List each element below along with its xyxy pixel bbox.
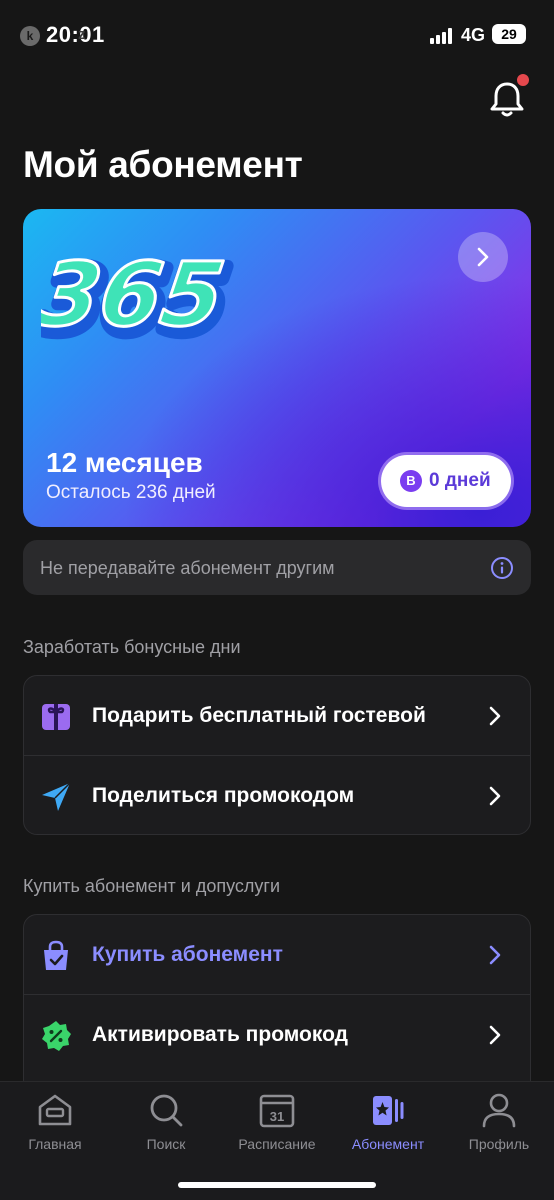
chevron-right-icon bbox=[489, 786, 501, 806]
calendar-icon: 31 bbox=[259, 1094, 295, 1128]
home-icon bbox=[38, 1094, 72, 1126]
notice-text: Не передавайте абонемент другим bbox=[40, 558, 335, 578]
list-item-label: Поделиться промокодом bbox=[92, 784, 355, 807]
page-title: Мой абонемент bbox=[23, 144, 303, 185]
gift-icon bbox=[42, 704, 70, 730]
card-open-button[interactable] bbox=[458, 232, 508, 282]
list-item-label: Активировать промокод bbox=[92, 1023, 348, 1046]
chevron-right-icon bbox=[489, 1025, 501, 1045]
status-watermark: z bbox=[78, 26, 86, 43]
chevron-right-icon bbox=[489, 945, 501, 965]
svg-text:365: 365 bbox=[41, 243, 230, 345]
promo-badge-icon bbox=[42, 1021, 71, 1051]
battery-icon: 29 bbox=[492, 24, 526, 44]
search-icon bbox=[150, 1094, 183, 1127]
membership-icon bbox=[373, 1096, 404, 1125]
tab-label: Главная bbox=[28, 1136, 82, 1152]
list-item-label: Купить абонемент bbox=[92, 943, 283, 966]
tab-label: Абонемент bbox=[351, 1136, 425, 1152]
buy-list: Купить абонемент Активировать промокод bbox=[23, 914, 531, 1094]
tab-label: Поиск bbox=[146, 1136, 186, 1152]
screen: k 20:01 z 4G 29 Мой абонемент 365 365 12… bbox=[0, 0, 554, 1200]
bonus-list: Подарить бесплатный гостевой Поделиться … bbox=[23, 675, 531, 835]
signal-icon bbox=[430, 28, 456, 44]
tab-label: Профиль bbox=[468, 1136, 530, 1152]
bonus-days-value: 0 дней bbox=[429, 470, 491, 491]
info-icon[interactable] bbox=[490, 556, 514, 580]
logo-365: 365 365 bbox=[28, 227, 241, 359]
list-item-activate-promo[interactable]: Активировать промокод bbox=[24, 994, 530, 1073]
calendar-day: 31 bbox=[270, 1109, 284, 1124]
tab-membership[interactable]: Абонемент bbox=[333, 1090, 443, 1160]
tab-schedule[interactable]: 31 Расписание bbox=[222, 1090, 332, 1160]
shopping-bag-icon bbox=[44, 940, 68, 970]
subscription-card[interactable]: 365 365 12 месяцев Осталось 236 дней B 0… bbox=[23, 209, 531, 527]
home-indicator bbox=[178, 1182, 376, 1188]
network-type: 4G bbox=[461, 25, 486, 45]
bonus-days-pill[interactable]: B 0 дней bbox=[381, 455, 511, 507]
status-time: 20:01 bbox=[46, 22, 105, 47]
status-app-logo: k bbox=[20, 26, 40, 46]
chevron-right-icon bbox=[489, 706, 501, 726]
buy-section-title: Купить абонемент и допуслуги bbox=[23, 876, 281, 896]
status-bar: k 20:01 z 4G 29 bbox=[0, 0, 554, 72]
tab-home[interactable]: Главная bbox=[0, 1090, 110, 1160]
tab-search[interactable]: Поиск bbox=[111, 1090, 221, 1160]
profile-icon bbox=[482, 1093, 516, 1128]
bonus-section-title: Заработать бонусные дни bbox=[23, 637, 241, 657]
list-item-label: Подарить бесплатный гостевой bbox=[92, 704, 426, 727]
list-item-buy-subscription[interactable]: Купить абонемент bbox=[24, 915, 530, 994]
notification-dot bbox=[515, 72, 531, 88]
bonus-badge-icon: B bbox=[400, 470, 422, 492]
chevron-right-icon bbox=[477, 247, 489, 267]
list-item-gift-guest[interactable]: Подарить бесплатный гостевой bbox=[24, 676, 530, 755]
transfer-notice[interactable]: Не передавайте абонемент другим bbox=[23, 540, 531, 595]
send-icon bbox=[42, 782, 71, 811]
tab-profile[interactable]: Профиль bbox=[444, 1090, 554, 1160]
tab-label: Расписание bbox=[238, 1136, 316, 1152]
subscription-period: 12 месяцев bbox=[46, 447, 203, 478]
subscription-remaining: Осталось 236 дней bbox=[46, 482, 216, 503]
list-item-share-promo[interactable]: Поделиться промокодом bbox=[24, 755, 530, 834]
battery-level: 29 bbox=[501, 26, 517, 42]
